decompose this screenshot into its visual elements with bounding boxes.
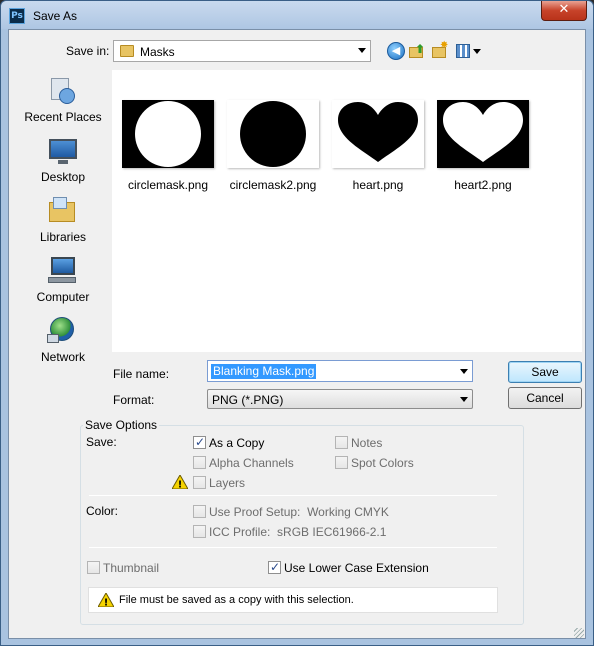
file-name: circlemask.png (127, 178, 209, 192)
place-libraries[interactable]: Libraries (17, 196, 109, 252)
save-as-dialog: Ps Save As ✕ Save in: Masks ◀ ⬆ ✸ Recent… (0, 0, 594, 646)
checkbox-label: Use Proof Setup: Working CMYK (209, 505, 389, 519)
place-label: Network (40, 350, 85, 364)
icc-profile-value: sRGB IEC61966-2.1 (277, 525, 387, 539)
checkbox-label: Spot Colors (351, 456, 414, 470)
file-item[interactable]: heart.png (332, 100, 424, 200)
file-item[interactable]: circlemask.png (122, 100, 214, 200)
checkbox-label: Layers (209, 476, 246, 490)
save-in-label: Save in: (66, 44, 110, 58)
checkbox-box (87, 561, 100, 574)
checkbox-box (193, 505, 206, 518)
save-options-title: Save Options (83, 418, 160, 432)
chevron-down-icon (460, 397, 468, 402)
recent-places-icon (47, 76, 77, 106)
file-thumbnail (437, 100, 529, 168)
desktop-icon (47, 136, 77, 166)
checkbox-label: Notes (351, 436, 383, 450)
separator (89, 495, 497, 496)
format-select[interactable]: PNG (*.PNG) (207, 389, 473, 409)
file-thumbnail (332, 100, 424, 168)
proof-setup-value: Working CMYK (307, 505, 389, 519)
chevron-down-icon (358, 48, 366, 53)
color-row-label: Color: (86, 504, 119, 518)
separator (89, 547, 497, 548)
new-folder-icon[interactable]: ✸ (431, 40, 449, 60)
save-in-dropdown[interactable]: Masks (113, 40, 371, 62)
cancel-button[interactable]: Cancel (508, 387, 582, 409)
format-value: PNG (*.PNG) (212, 393, 284, 407)
heart-thumb (332, 100, 424, 168)
file-name-value: Blanking Mask.png (211, 364, 317, 379)
place-recent-places[interactable]: Recent Places (17, 76, 109, 132)
file-list[interactable]: circlemask.png circlemask2.png heart.png… (112, 70, 582, 352)
place-computer[interactable]: Computer (17, 256, 109, 312)
places-bar: Recent Places Desktop Libraries Computer… (17, 70, 109, 410)
svg-text:!: ! (178, 480, 183, 490)
checkbox-box (193, 435, 206, 449)
checkbox-box (335, 436, 348, 449)
checkbox-label: Alpha Channels (209, 456, 294, 470)
place-label: Computer (36, 290, 90, 304)
format-label: Format: (113, 393, 155, 407)
circle-mask-thumb (122, 100, 214, 168)
heart2-thumb (437, 100, 529, 168)
file-item[interactable]: heart2.png (437, 100, 529, 200)
file-name-input[interactable]: Blanking Mask.png (207, 360, 473, 382)
up-folder-icon[interactable]: ⬆ (408, 42, 426, 60)
resize-grip[interactable] (574, 628, 584, 638)
warning-icon: ! (98, 593, 114, 607)
file-name-label: File name: (113, 367, 170, 381)
back-arrow-icon[interactable]: ◀ (387, 42, 405, 60)
checkbox-label: Thumbnail (103, 561, 160, 575)
file-thumbnail (227, 100, 319, 168)
file-name: circlemask2.png (229, 178, 317, 192)
place-label: Libraries (39, 230, 87, 244)
folder-icon (120, 45, 134, 57)
window-title: Save As (33, 9, 78, 23)
save-row-label: Save: (86, 435, 117, 449)
place-network[interactable]: Network (17, 316, 109, 372)
computer-icon (47, 256, 77, 286)
checkbox-label: As a Copy (209, 436, 265, 450)
place-desktop[interactable]: Desktop (17, 136, 109, 192)
warning-message-box: ! File must be saved as a copy with this… (88, 587, 498, 613)
save-in-value: Masks (140, 45, 175, 59)
save-button[interactable]: Save (508, 361, 582, 383)
dialog-body: Save in: Masks ◀ ⬆ ✸ Recent Places Deskt… (8, 29, 586, 639)
svg-text:!: ! (104, 598, 109, 608)
checkbox-box (193, 476, 206, 489)
file-thumbnail (122, 100, 214, 168)
checkbox-label: ICC Profile: sRGB IEC61966-2.1 (209, 525, 387, 539)
network-icon (47, 316, 77, 346)
libraries-icon (47, 196, 77, 226)
checkbox-label: Use Lower Case Extension (284, 561, 429, 575)
close-button[interactable]: ✕ (541, 1, 587, 21)
circle-mask2-thumb (227, 100, 319, 168)
checkbox-box (193, 456, 206, 469)
photoshop-app-icon: Ps (9, 8, 25, 24)
chevron-down-icon[interactable] (460, 369, 468, 374)
file-name: heart.png (352, 178, 404, 192)
file-name: heart2.png (454, 178, 512, 192)
place-label: Desktop (40, 170, 86, 184)
warning-icon: ! (172, 475, 188, 489)
title-bar[interactable]: Ps Save As ✕ (1, 1, 593, 29)
checkbox-box (193, 525, 206, 538)
views-menu-icon[interactable] (455, 42, 483, 60)
warning-message: File must be saved as a copy with this s… (119, 594, 354, 606)
checkbox-box (335, 456, 348, 469)
checkbox-box (268, 560, 281, 574)
file-item[interactable]: circlemask2.png (227, 100, 319, 200)
place-label: Recent Places (24, 110, 102, 124)
